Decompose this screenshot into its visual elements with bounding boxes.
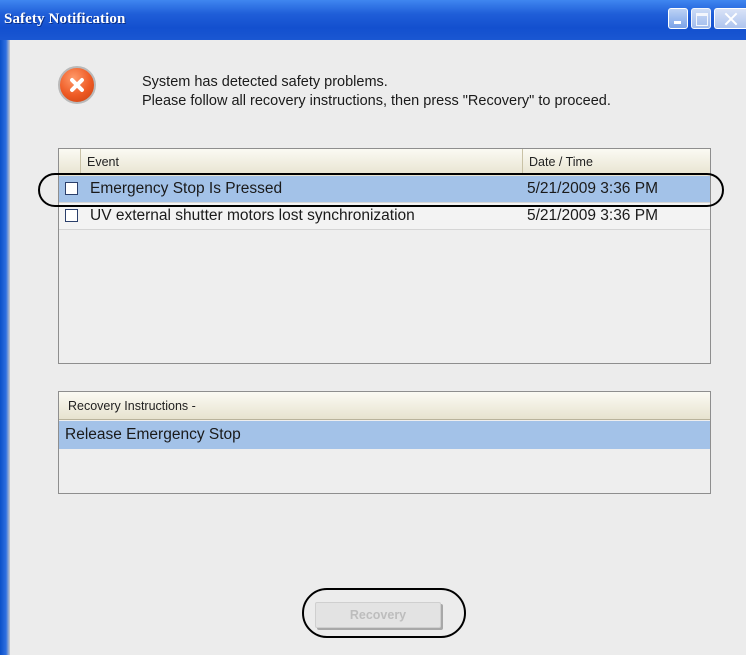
event-name: UV external shutter motors lost synchron… (90, 207, 415, 224)
column-header-date[interactable]: Date / Time (523, 149, 710, 175)
maximize-icon[interactable] (691, 8, 711, 29)
recovery-instructions-list: Recovery Instructions - Release Emergenc… (58, 391, 711, 494)
events-header: Event Date / Time (59, 149, 710, 177)
event-name: Emergency Stop Is Pressed (90, 180, 283, 197)
recovery-button[interactable]: Recovery (315, 602, 441, 628)
safety-notification-window: Safety Notification System has detected … (0, 0, 746, 655)
event-date: 5/21/2009 3:36 PM (527, 180, 658, 197)
window-title: Safety Notification (4, 11, 126, 27)
column-header-event[interactable]: Event (81, 149, 523, 175)
minimize-icon[interactable] (668, 8, 688, 29)
event-checkbox[interactable] (65, 209, 78, 222)
instruction-item[interactable]: Release Emergency Stop (59, 421, 710, 449)
event-date: 5/21/2009 3:36 PM (527, 207, 658, 224)
window-left-border (0, 0, 10, 655)
message-line-1: System has detected safety problems. (142, 74, 388, 90)
instructions-header: Recovery Instructions - (59, 392, 710, 420)
close-icon[interactable] (714, 8, 746, 29)
event-row[interactable]: Emergency Stop Is Pressed 5/21/2009 3:36… (59, 176, 710, 203)
event-row[interactable]: UV external shutter motors lost synchron… (59, 203, 710, 230)
column-header-select[interactable] (59, 149, 81, 175)
events-list: Event Date / Time Emergency Stop Is Pres… (58, 148, 711, 364)
message-line-2: Please follow all recovery instructions,… (142, 93, 611, 109)
title-bar[interactable]: Safety Notification (0, 0, 746, 40)
error-icon (58, 66, 96, 104)
event-checkbox[interactable] (65, 182, 78, 195)
